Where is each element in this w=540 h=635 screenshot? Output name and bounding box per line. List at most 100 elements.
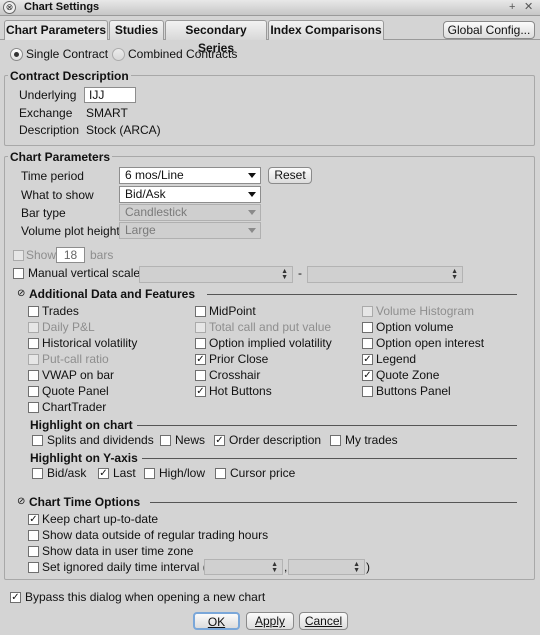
buttons-panel-label: Buttons Panel (376, 384, 451, 398)
show-bars-checkbox[interactable] (13, 250, 24, 261)
prior-close-checkbox[interactable]: ✓ (195, 354, 206, 365)
spinner-arrows-icon: ▲ ▼ (271, 561, 278, 574)
chevron-down-icon (248, 173, 256, 178)
legend-checkbox[interactable]: ✓ (362, 354, 373, 365)
app-icon: ⊗ (3, 1, 16, 14)
hot-buttons-checkbox[interactable]: ✓ (195, 386, 206, 397)
cancel-button[interactable]: Cancel (299, 612, 348, 630)
vwap-on-bar-label: VWAP on bar (42, 368, 115, 382)
cursor-price-label: Cursor price (230, 466, 296, 480)
chart-parameters-title: Chart Parameters (8, 150, 113, 164)
time-options-divider (150, 502, 517, 503)
chevron-down-icon (248, 192, 256, 197)
what-to-show-dropdown[interactable]: Bid/Ask (119, 186, 261, 203)
ignored-interval-checkbox[interactable] (28, 562, 39, 573)
buttons-panel-checkbox[interactable] (362, 386, 373, 397)
underlying-field[interactable]: IJJ (84, 87, 136, 103)
total-call-put-value-checkbox[interactable] (195, 322, 206, 333)
order-description-checkbox[interactable]: ✓ (214, 435, 225, 446)
crosshair-checkbox[interactable] (195, 370, 206, 381)
tab-index-comparisons[interactable]: Index Comparisons (268, 20, 384, 40)
quote-zone-label: Quote Zone (376, 368, 440, 382)
vwap-on-bar-checkbox[interactable] (28, 370, 39, 381)
put-call-ratio-checkbox[interactable] (28, 354, 39, 365)
exchange-label: Exchange (19, 106, 73, 120)
prior-close-label: Prior Close (209, 352, 269, 366)
manual-vertical-scale-checkbox[interactable] (13, 268, 24, 279)
highlight-chart-divider (137, 425, 517, 426)
historical-volatility-checkbox[interactable] (28, 338, 39, 349)
cursor-price-checkbox[interactable] (215, 468, 226, 479)
trades-checkbox[interactable] (28, 306, 39, 317)
high-low-label: High/low (159, 466, 206, 480)
ok-button[interactable]: OK (193, 612, 240, 630)
quote-panel-checkbox[interactable] (28, 386, 39, 397)
underlying-label: Underlying (19, 88, 77, 102)
volume-histogram-checkbox[interactable] (362, 306, 373, 317)
bar-type-dropdown[interactable]: Candlestick (119, 204, 261, 221)
quote-zone-checkbox[interactable]: ✓ (362, 370, 373, 381)
option-implied-volatility-checkbox[interactable] (195, 338, 206, 349)
tab-studies[interactable]: Studies (109, 20, 164, 40)
option-open-interest-checkbox[interactable] (362, 338, 373, 349)
global-config-button[interactable]: Global Config... (443, 21, 535, 39)
collapse-icon[interactable]: ⊘ (17, 495, 25, 509)
charttrader-checkbox[interactable] (28, 402, 39, 413)
close-icon[interactable]: ✕ (524, 0, 533, 15)
single-contract-radio[interactable] (10, 48, 23, 61)
volume-histogram-label: Volume Histogram (376, 304, 475, 318)
news-checkbox[interactable] (160, 435, 171, 446)
scale-min-spinner[interactable]: ▲ ▼ (139, 266, 293, 283)
combined-contracts-label: Combined Contracts (128, 47, 238, 61)
trades-label: Trades (42, 304, 79, 318)
scale-max-spinner[interactable]: ▲ ▼ (307, 266, 463, 283)
interval-comma: , (284, 560, 288, 574)
tab-secondary-series[interactable]: Secondary Series (165, 20, 267, 55)
bid-ask-checkbox[interactable] (32, 468, 43, 479)
spinner-arrows-icon: ▲ ▼ (451, 268, 458, 281)
splits-dividends-checkbox[interactable] (32, 435, 43, 446)
bar-type-label: Bar type (21, 206, 66, 220)
daily-pnl-checkbox[interactable] (28, 322, 39, 333)
last-checkbox[interactable]: ✓ (98, 468, 109, 479)
reset-button[interactable]: Reset (268, 167, 312, 184)
contract-description-title: Contract Description (8, 69, 131, 83)
volume-plot-height-dropdown[interactable]: Large (119, 222, 261, 239)
bypass-dialog-checkbox[interactable]: ✓ (10, 592, 21, 603)
crosshair-label: Crosshair (209, 368, 261, 382)
highlight-on-chart-title: Highlight on chart (30, 418, 133, 432)
highlight-on-y-axis-title: Highlight on Y-axis (30, 451, 138, 465)
maximize-icon[interactable]: + (509, 0, 515, 15)
bars-label: bars (90, 248, 114, 262)
outside-rth-checkbox[interactable] (28, 530, 39, 541)
volume-plot-height-value: Large (125, 223, 156, 237)
bars-count-field[interactable]: 18 (56, 247, 85, 263)
bypass-dialog-label: Bypass this dialog when opening a new ch… (25, 590, 266, 604)
interval-end-spinner[interactable]: ▲ ▼ (288, 559, 365, 575)
charttrader-label: ChartTrader (42, 400, 107, 414)
time-period-dropdown[interactable]: 6 mos/Line (119, 167, 261, 184)
combined-contracts-radio[interactable] (112, 48, 125, 61)
high-low-checkbox[interactable] (144, 468, 155, 479)
keep-up-to-date-checkbox[interactable]: ✓ (28, 514, 39, 525)
quote-panel-label: Quote Panel (42, 384, 109, 398)
midpoint-checkbox[interactable] (195, 306, 206, 317)
user-time-zone-checkbox[interactable] (28, 546, 39, 557)
volume-plot-height-label: Volume plot height (21, 224, 120, 238)
historical-volatility-label: Historical volatility (42, 336, 138, 350)
apply-button[interactable]: Apply (246, 612, 294, 630)
tab-chart-parameters[interactable]: Chart Parameters (4, 20, 108, 40)
midpoint-label: MidPoint (209, 304, 256, 318)
news-label: News (175, 433, 206, 447)
option-volume-checkbox[interactable] (362, 322, 373, 333)
show-label: Show (26, 248, 57, 262)
additional-divider (207, 294, 517, 295)
spinner-arrows-icon: ▲ ▼ (281, 268, 288, 281)
my-trades-checkbox[interactable] (330, 435, 341, 446)
chevron-down-icon (248, 228, 256, 233)
what-to-show-label: What to show (21, 188, 94, 202)
order-description-label: Order description (229, 433, 322, 447)
interval-start-spinner[interactable]: ▲ ▼ (204, 559, 283, 575)
collapse-icon[interactable]: ⊘ (17, 287, 25, 301)
spinner-arrows-icon: ▲ ▼ (353, 561, 360, 574)
